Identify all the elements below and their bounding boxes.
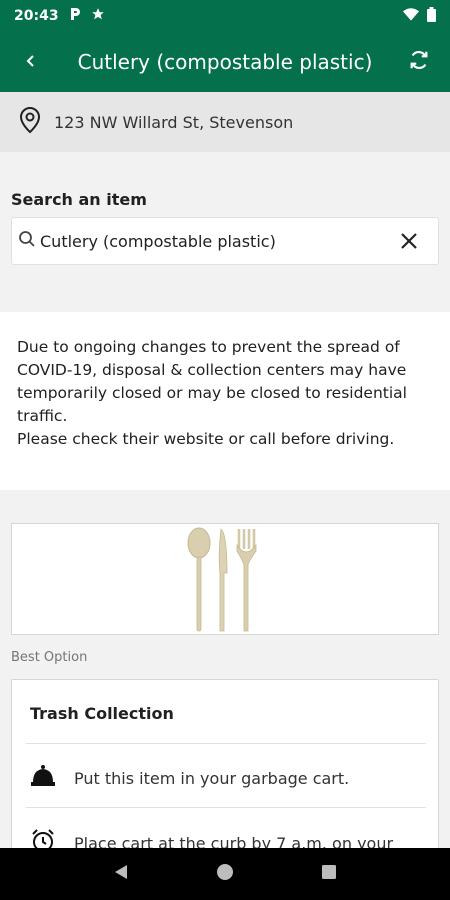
card-row-text: Put this item in your garbage cart. (74, 768, 350, 788)
search-icon (18, 230, 36, 252)
close-icon[interactable] (380, 218, 438, 264)
search-label: Search an item (11, 190, 147, 209)
bell-icon (30, 764, 56, 792)
chevron-left-icon (24, 53, 38, 72)
star-icon (91, 7, 105, 25)
covid-notice: Due to ongoing changes to prevent the sp… (0, 312, 450, 490)
refresh-icon (408, 49, 430, 75)
refresh-button[interactable] (388, 32, 450, 92)
result-section: Best Option Trash Collection Put this it… (0, 490, 450, 848)
status-bar: 20:43 (0, 0, 450, 32)
home-circle-icon[interactable] (215, 862, 235, 886)
search-section: Search an item (0, 152, 450, 312)
battery-icon (427, 6, 436, 26)
app-bar: Cutlery (compostable plastic) (0, 32, 450, 92)
status-time: 20:43 (14, 8, 59, 24)
item-image (11, 523, 439, 635)
best-option-label: Best Option (11, 650, 88, 665)
recents-square-icon[interactable] (321, 864, 337, 884)
card-row-text: Place cart at the curb by 7 a.m. on your (74, 833, 394, 849)
cutlery-image (187, 527, 257, 632)
address-bar[interactable]: 123 NW Willard St, Stevenson (0, 92, 450, 152)
parking-icon (69, 7, 81, 25)
card-divider (26, 743, 426, 744)
disposal-card[interactable]: Trash Collection Put this item in your g… (11, 679, 439, 848)
wifi-icon (403, 7, 419, 25)
back-button[interactable] (0, 32, 62, 92)
back-triangle-icon[interactable] (113, 863, 129, 885)
card-row: Put this item in your garbage cart. (30, 764, 349, 792)
navigation-bar (0, 848, 450, 900)
card-divider (26, 807, 426, 808)
page-title: Cutlery (compostable plastic) (77, 50, 373, 74)
search-box[interactable] (11, 217, 439, 265)
card-row: Place cart at the curb by 7 a.m. on your (30, 828, 393, 848)
card-title: Trash Collection (30, 704, 174, 723)
address-text: 123 NW Willard St, Stevenson (54, 112, 294, 132)
alarm-clock-icon (30, 828, 56, 848)
search-input[interactable] (40, 231, 370, 251)
location-pin-icon (18, 106, 42, 138)
notice-text: Due to ongoing changes to prevent the sp… (17, 338, 407, 425)
notice-text-2: Please check their website or call befor… (17, 430, 395, 448)
